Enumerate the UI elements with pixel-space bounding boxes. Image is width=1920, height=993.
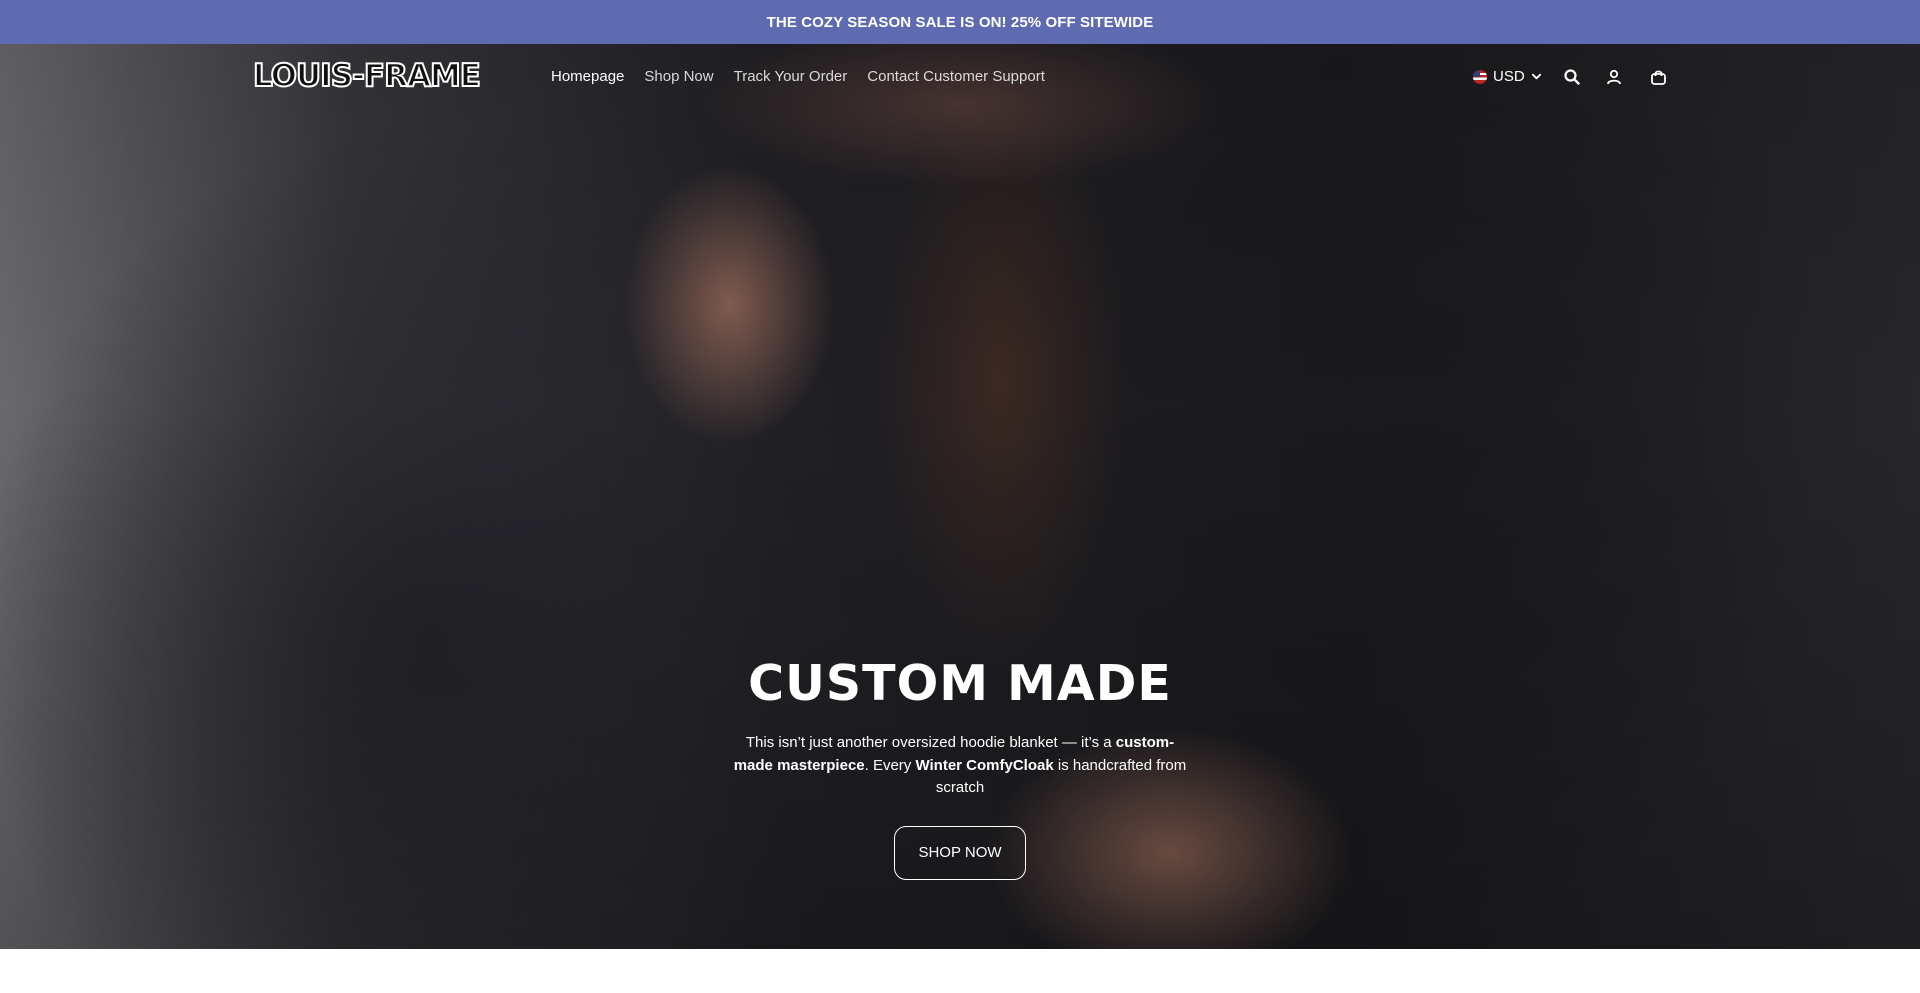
nav-shop-now[interactable]: Shop Now xyxy=(644,68,713,85)
nav-track-order[interactable]: Track Your Order xyxy=(734,68,848,85)
main-nav: Homepage Shop Now Track Your Order Conta… xyxy=(551,68,1045,85)
cart-icon[interactable] xyxy=(1647,66,1669,88)
currency-value: USD xyxy=(1493,68,1525,85)
account-icon[interactable] xyxy=(1603,66,1625,88)
hero-content: CUSTOM MADE This isn’t just another over… xyxy=(0,655,1920,880)
site-header: LOUIS-FRAME Homepage Shop Now Track Your… xyxy=(0,44,1920,112)
chevron-down-icon xyxy=(1531,73,1541,80)
currency-selector[interactable]: USD xyxy=(1473,68,1542,85)
hero-description: This isn’t just another oversized hoodie… xyxy=(733,734,1187,796)
us-flag-icon xyxy=(1473,69,1487,84)
hero-title: CUSTOM MADE xyxy=(748,655,1172,712)
announcement-bar: THE COZY SEASON SALE IS ON! 25% OFF SITE… xyxy=(0,0,1920,44)
announcement-text: THE COZY SEASON SALE IS ON! 25% OFF SITE… xyxy=(766,13,1154,31)
logo[interactable]: LOUIS-FRAME xyxy=(252,59,519,93)
search-icon[interactable] xyxy=(1561,66,1583,88)
shop-now-button[interactable]: SHOP NOW xyxy=(894,825,1026,880)
nav-contact-support[interactable]: Contact Customer Support xyxy=(867,68,1045,85)
nav-homepage[interactable]: Homepage xyxy=(551,68,624,85)
